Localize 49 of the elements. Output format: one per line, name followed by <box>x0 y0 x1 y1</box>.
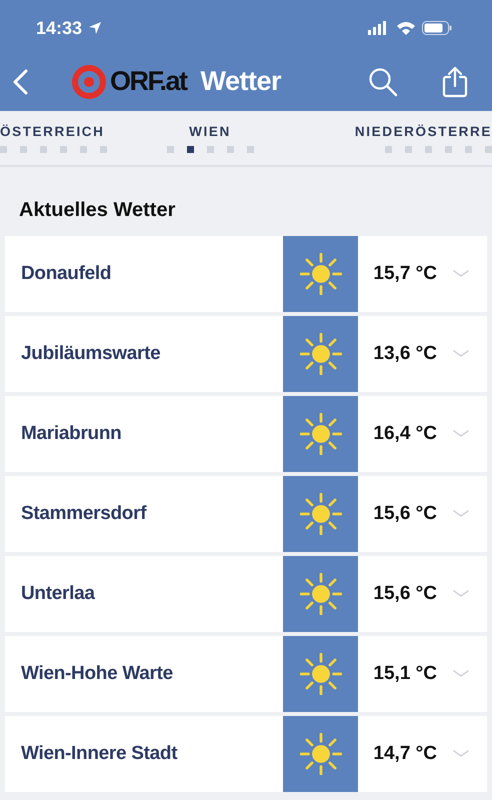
section-heading: Aktuelles Wetter <box>18 198 176 223</box>
station-name: Wien-Hohe Warte <box>20 663 174 685</box>
sun-icon <box>300 733 342 775</box>
station-name: Unterlaa <box>20 583 96 605</box>
status-time: 14:33 <box>36 18 82 38</box>
temperature: 15,1 °C <box>372 663 437 685</box>
region-tab[interactable]: WIEN <box>189 124 231 139</box>
station-name: Wien-Innere Stadt <box>20 743 178 765</box>
temperature: 15,7 °C <box>372 263 437 285</box>
wifi-icon <box>396 21 416 35</box>
station-name: Jubiläumswarte <box>20 343 162 365</box>
sun-icon <box>300 493 342 535</box>
region-tab[interactable]: ÖSTERREICH <box>0 124 105 139</box>
chevron-down-icon[interactable] <box>453 750 469 758</box>
station-row[interactable]: Mariabrunn 16,4 °C <box>5 396 487 472</box>
temperature: 15,6 °C <box>372 583 437 605</box>
share-icon[interactable] <box>442 66 468 98</box>
chevron-down-icon[interactable] <box>453 590 469 598</box>
station-row[interactable]: Jubiläumswarte 13,6 °C <box>5 316 487 392</box>
temperature: 15,6 °C <box>372 503 437 525</box>
search-icon[interactable] <box>368 66 398 96</box>
station-name: Mariabrunn <box>20 423 122 445</box>
chevron-down-icon[interactable] <box>453 670 469 678</box>
sun-icon <box>300 653 342 695</box>
sun-icon <box>300 573 342 615</box>
chevron-down-icon[interactable] <box>453 270 469 278</box>
page-title: Wetter <box>200 66 282 97</box>
target-icon <box>72 64 106 98</box>
station-row[interactable]: Donaufeld 15,7 °C <box>5 236 487 312</box>
station-row[interactable]: Stammersdorf 15,6 °C <box>5 476 487 552</box>
temperature: 14,7 °C <box>372 743 437 765</box>
station-row[interactable]: Wien-Hohe Warte 15,1 °C <box>5 636 487 712</box>
battery-icon <box>422 21 452 35</box>
station-row[interactable]: Unterlaa 15,6 °C <box>5 556 487 632</box>
logo-text: ORF.at <box>110 66 187 97</box>
sun-icon <box>300 413 342 455</box>
station-name: Donaufeld <box>20 263 112 285</box>
back-icon[interactable] <box>12 68 28 94</box>
chevron-down-icon[interactable] <box>453 430 469 438</box>
temperature: 16,4 °C <box>372 423 437 445</box>
chevron-down-icon[interactable] <box>453 510 469 518</box>
station-row[interactable]: Wien-Innere Stadt 14,7 °C <box>5 716 487 792</box>
temperature: 13,6 °C <box>372 343 437 365</box>
region-tab[interactable]: NIEDERÖSTERRE <box>354 124 492 139</box>
station-name: Stammersdorf <box>20 503 148 525</box>
chevron-down-icon[interactable] <box>453 350 469 358</box>
location-arrow-icon <box>88 21 102 35</box>
sun-icon <box>300 333 342 375</box>
sun-icon <box>300 253 342 295</box>
